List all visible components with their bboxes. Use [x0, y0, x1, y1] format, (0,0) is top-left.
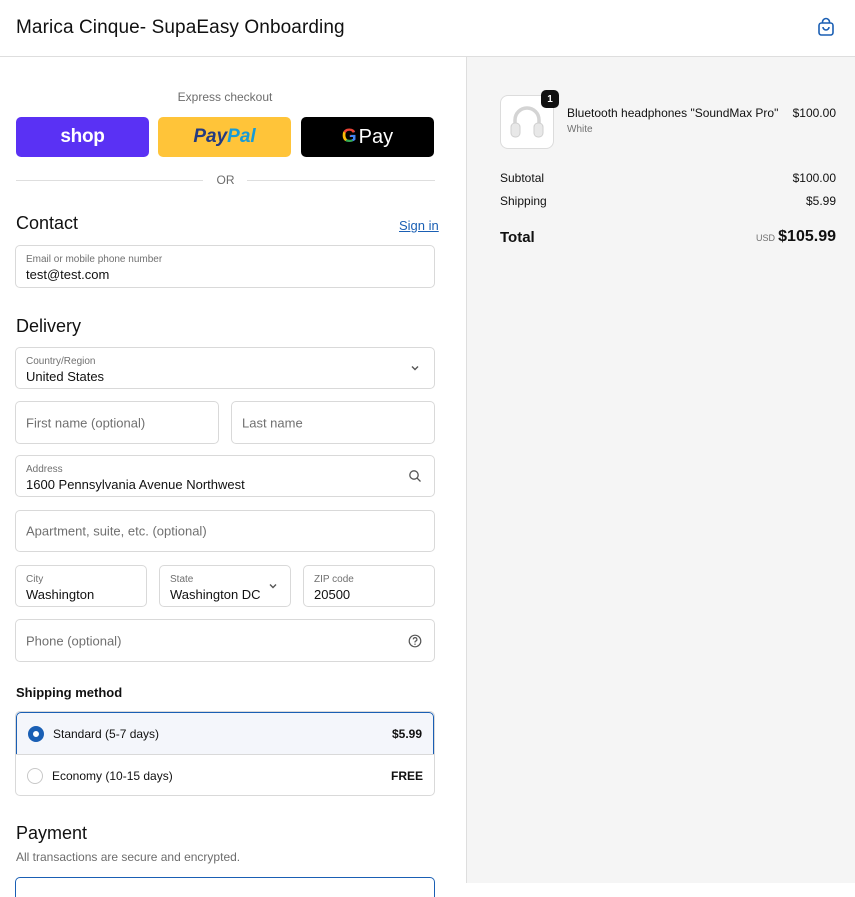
- contact-title: Contact: [16, 213, 79, 233]
- quantity-badge: 1: [541, 90, 559, 108]
- country-select-label: Country/Region: [26, 356, 96, 367]
- sign-in-link[interactable]: Sign in: [399, 218, 439, 233]
- subtotal-label: Subtotal: [500, 171, 545, 185]
- total-currency: USD: [755, 233, 775, 243]
- checkout-header: Marica Cinque- SupaEasy Onboarding: [0, 0, 855, 57]
- shipping-value: $5.99: [805, 194, 836, 208]
- shipping-label: Shipping: [500, 194, 547, 208]
- shipping-option-name: Economy (10-15 days): [52, 769, 173, 783]
- address-field[interactable]: Address 1600 Pennsylvania Avenue Northwe…: [15, 455, 435, 497]
- address-field-label: Address: [26, 464, 63, 475]
- product-price: $100.00: [792, 106, 836, 120]
- radio-selected-icon[interactable]: [28, 726, 44, 742]
- first-name-placeholder: First name (optional): [26, 415, 146, 430]
- paypal-logo-part2: Pal: [227, 126, 256, 147]
- state-select[interactable]: State Washington DC: [159, 565, 291, 607]
- zip-field[interactable]: ZIP code 20500: [303, 565, 435, 607]
- total-label: Total: [500, 229, 535, 246]
- payment-options-box[interactable]: [15, 877, 435, 897]
- city-field-label: City: [26, 574, 44, 585]
- payment-subtitle: All transactions are secure and encrypte…: [16, 850, 241, 864]
- search-icon: [409, 470, 421, 482]
- apartment-field[interactable]: Apartment, suite, etc. (optional): [15, 510, 435, 552]
- payment-title: Payment: [16, 823, 88, 843]
- phone-field[interactable]: Phone (optional): [15, 619, 435, 662]
- shopping-bag-icon[interactable]: [816, 17, 836, 37]
- email-field-label: Email or mobile phone number: [26, 254, 163, 265]
- shop-pay-button[interactable]: shop: [16, 117, 149, 157]
- country-select[interactable]: Country/Region United States: [15, 347, 435, 389]
- shipping-option-economy[interactable]: Economy (10-15 days) FREE: [16, 754, 434, 795]
- shipping-option-price: FREE: [390, 769, 423, 783]
- or-label: OR: [216, 173, 235, 187]
- country-select-value: United States: [26, 369, 105, 384]
- shipping-options: Standard (5-7 days) $5.99 Economy (10-15…: [15, 711, 435, 796]
- order-summary: 1 Bluetooth headphones "SoundMax Pro" Wh…: [466, 57, 855, 883]
- phone-placeholder: Phone (optional): [26, 633, 122, 648]
- email-field-value: test@test.com: [26, 267, 110, 282]
- shipping-method-title: Shipping method: [16, 685, 123, 700]
- city-field-value: Washington: [26, 587, 95, 602]
- last-name-placeholder: Last name: [242, 415, 303, 430]
- first-name-field[interactable]: First name (optional): [15, 401, 219, 444]
- last-name-field[interactable]: Last name: [231, 401, 435, 444]
- google-g-icon: G: [341, 126, 357, 147]
- total-value: $105.99: [778, 228, 836, 245]
- zip-field-value: 20500: [314, 587, 351, 602]
- shipping-option-price: $5.99: [391, 727, 422, 741]
- paypal-button[interactable]: Pay Pal: [158, 117, 291, 157]
- state-select-label: State: [170, 574, 194, 585]
- delivery-title: Delivery: [16, 316, 82, 336]
- or-divider: OR: [16, 173, 435, 187]
- address-field-value: 1600 Pennsylvania Avenue Northwest: [26, 477, 245, 492]
- paypal-logo-part1: Pay: [193, 126, 228, 147]
- google-pay-label: Pay: [358, 125, 394, 148]
- google-pay-button[interactable]: G Pay: [301, 117, 434, 157]
- product-variant: White: [567, 124, 593, 135]
- city-field[interactable]: City Washington: [15, 565, 147, 607]
- checkout-form: Express checkout shop Pay Pal G Pay OR Co…: [0, 57, 466, 897]
- shop-pay-logo: shop: [60, 126, 105, 147]
- help-icon[interactable]: [408, 634, 422, 648]
- radio-unselected-icon[interactable]: [27, 768, 43, 784]
- subtotal-value: $100.00: [792, 171, 836, 185]
- apartment-placeholder: Apartment, suite, etc. (optional): [26, 523, 207, 539]
- chevron-down-icon: [411, 366, 419, 371]
- shipping-option-standard[interactable]: Standard (5-7 days) $5.99: [16, 712, 434, 755]
- shipping-option-name: Standard (5-7 days): [53, 727, 160, 741]
- chevron-down-icon: [269, 584, 277, 589]
- product-name: Bluetooth headphones "SoundMax Pro": [567, 106, 779, 120]
- express-checkout-label: Express checkout: [177, 90, 273, 104]
- state-select-value: Washington DC: [170, 587, 261, 602]
- store-name[interactable]: Marica Cinque- SupaEasy Onboarding: [16, 17, 345, 39]
- zip-field-label: ZIP code: [314, 574, 354, 585]
- email-field[interactable]: Email or mobile phone number test@test.c…: [15, 245, 435, 288]
